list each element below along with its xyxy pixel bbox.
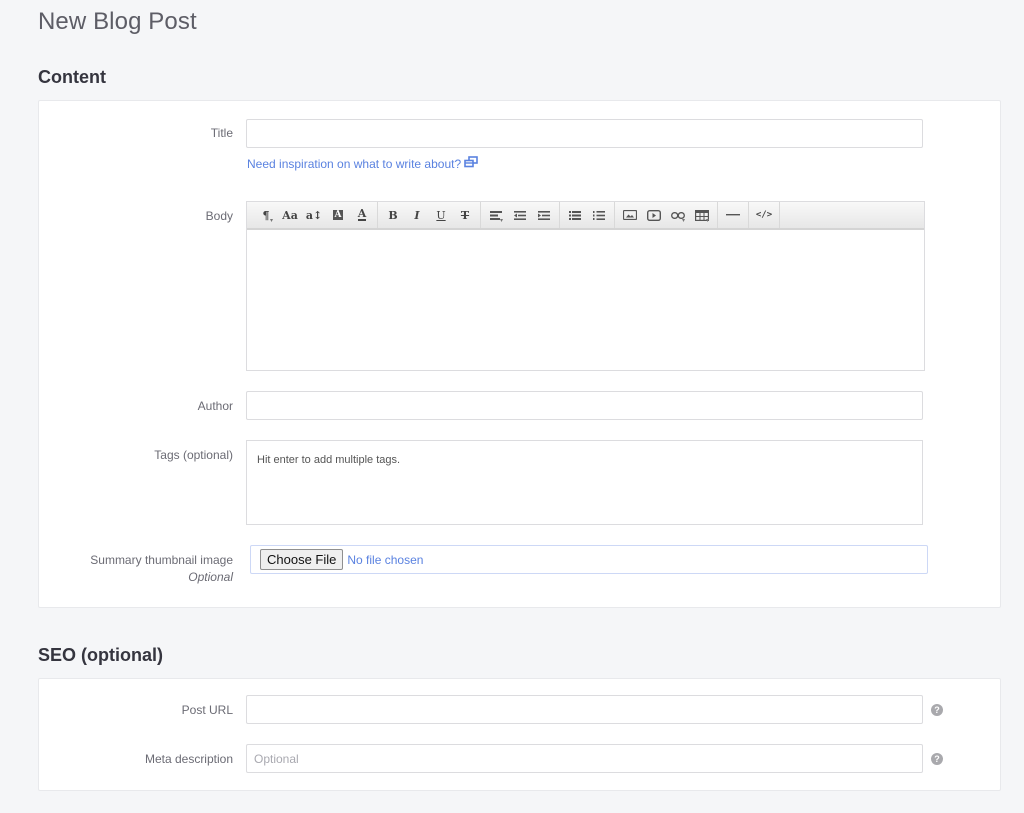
seo-section-heading: SEO (optional)	[38, 645, 163, 665]
indent-icon	[538, 210, 550, 220]
toolbar-group-format: B I U T	[378, 202, 481, 228]
post-url-input[interactable]	[246, 695, 923, 724]
author-label: Author	[197, 399, 233, 413]
text-color-button[interactable]: A	[350, 204, 374, 226]
chevron-down-icon: ▾	[499, 217, 503, 224]
meta-description-label: Meta description	[144, 752, 233, 766]
indent-button[interactable]	[532, 204, 556, 226]
underline-button[interactable]: U	[429, 204, 453, 226]
paragraph-format-button[interactable]: ¶ ▾	[254, 204, 278, 226]
background-color-button[interactable]: A	[326, 204, 350, 226]
code-view-button[interactable]: </>	[752, 204, 776, 226]
unordered-list-button[interactable]	[563, 204, 587, 226]
thumbnail-optional-label: Optional	[188, 570, 233, 584]
horizontal-rule-button[interactable]	[721, 204, 745, 226]
insert-video-button[interactable]	[642, 204, 666, 226]
italic-button[interactable]: I	[405, 204, 429, 226]
numbered-list-icon	[593, 210, 605, 220]
content-card: Title Need inspiration on what to write …	[38, 100, 1001, 608]
toolbar-group-hr	[718, 202, 749, 228]
insert-link-button[interactable]: ▾	[666, 204, 690, 226]
highlight-icon: A	[332, 210, 344, 220]
chevron-down-icon: ▾	[681, 217, 685, 224]
horizontal-rule-icon	[726, 214, 740, 216]
editor-toolbar: ¶ ▾ Aa a↕ A A B I U T ▾ ▾ ▾ </>	[247, 202, 924, 230]
post-url-label: Post URL	[181, 703, 233, 717]
external-window-icon	[464, 156, 478, 171]
content-section-heading: Content	[38, 67, 106, 87]
chevron-down-icon: ▾	[269, 217, 273, 224]
bold-icon: B	[388, 208, 398, 222]
file-status: No file chosen	[347, 552, 424, 567]
insert-table-button[interactable]: ▾	[690, 204, 714, 226]
title-input[interactable]	[246, 119, 923, 148]
toolbar-group-align: ▾	[481, 202, 560, 228]
strikethrough-button[interactable]: T	[453, 204, 477, 226]
bullet-list-icon	[569, 210, 581, 220]
tags-input[interactable]	[246, 440, 923, 525]
author-input[interactable]	[246, 391, 923, 420]
post-url-help-icon[interactable]: ?	[931, 704, 943, 716]
font-family-icon: Aa	[282, 208, 298, 222]
page-title: New Blog Post	[38, 8, 197, 35]
thumbnail-label-text: Summary thumbnail image	[90, 553, 233, 567]
inspiration-link[interactable]: Need inspiration on what to write about?	[247, 156, 478, 171]
meta-description-input[interactable]	[246, 744, 923, 773]
body-label: Body	[205, 209, 233, 223]
ordered-list-button[interactable]	[587, 204, 611, 226]
insert-image-button[interactable]	[618, 204, 642, 226]
outdent-icon	[514, 210, 526, 220]
italic-icon: I	[414, 208, 420, 222]
chevron-down-icon: ▾	[705, 217, 709, 224]
inspiration-link-label: Need inspiration on what to write about?	[247, 156, 462, 171]
meta-description-help-icon[interactable]: ?	[931, 753, 943, 765]
toolbar-group-style: ¶ ▾ Aa a↕ A A	[251, 202, 378, 228]
image-icon	[623, 210, 637, 220]
outdent-button[interactable]	[508, 204, 532, 226]
align-button[interactable]: ▾	[484, 204, 508, 226]
seo-card: Post URL ? Meta description ?	[38, 678, 1001, 791]
tags-label: Tags (optional)	[154, 448, 233, 462]
body-editor-area[interactable]	[247, 230, 924, 370]
bold-button[interactable]: B	[381, 204, 405, 226]
underline-icon: U	[436, 208, 446, 222]
font-size-icon: a↕	[305, 208, 323, 222]
choose-file-button[interactable]: Choose File	[260, 549, 344, 570]
toolbar-group-code: </>	[749, 202, 780, 228]
toolbar-group-lists	[560, 202, 615, 228]
toolbar-group-insert: ▾ ▾	[615, 202, 718, 228]
font-family-button[interactable]: Aa	[278, 204, 302, 226]
text-color-icon: A	[357, 207, 367, 221]
pilcrow-icon: ¶	[262, 208, 270, 222]
title-label: Title	[210, 126, 233, 140]
thumbnail-file-input[interactable]: Choose File No file chosen	[250, 545, 928, 574]
video-icon	[647, 209, 661, 221]
strikethrough-icon: T	[460, 208, 470, 222]
code-icon: </>	[755, 210, 773, 220]
thumbnail-label: Summary thumbnail image Optional	[33, 552, 233, 586]
body-editor: ¶ ▾ Aa a↕ A A B I U T ▾ ▾ ▾ </>	[246, 201, 925, 371]
font-size-button[interactable]: a↕	[302, 204, 326, 226]
